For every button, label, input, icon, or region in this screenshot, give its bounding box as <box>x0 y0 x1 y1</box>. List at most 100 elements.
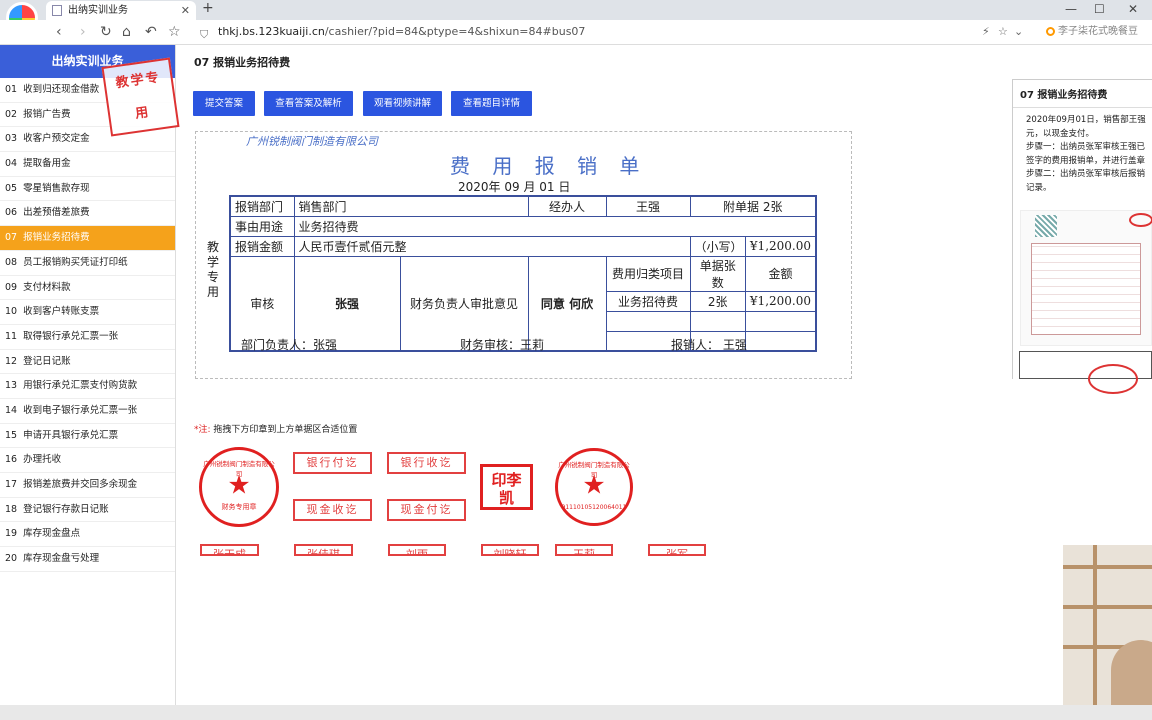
shelf <box>1063 605 1152 609</box>
panel-line: 步骤二：出纳员张军审核后报销 <box>1026 169 1146 179</box>
watch-video-button[interactable]: 观看视频讲解 <box>363 91 442 116</box>
sidebar-item-11[interactable]: 11 取得银行承兑汇票一张 <box>0 325 175 350</box>
sidebar-item-19[interactable]: 19 库存现金盘点 <box>0 522 175 548</box>
seal-number-text: 91110105120064011 <box>561 504 627 511</box>
back-icon[interactable]: ‹ <box>56 24 62 40</box>
sign-dept-head: 部门负责人：张强 <box>241 338 338 352</box>
sidebar-item-09[interactable]: 09 支付材料款 <box>0 276 175 301</box>
sidebar-item-05[interactable]: 05 零星销售款存现 <box>0 177 175 202</box>
cash-received-stamp[interactable]: 现金收讫 <box>293 499 372 521</box>
finance-seal-stamp[interactable]: 广州锐制阀门制造有限公司 ★ 财务专用章 <box>199 447 279 527</box>
panel-text: 2020年09月01日，销售部王强 元，以现金支付。 步骤一：出纳员张军审核王强已签… <box>1013 108 1152 195</box>
empty-cell <box>689 310 746 332</box>
shelf <box>1063 565 1152 569</box>
close-tab-icon[interactable]: ✕ <box>181 1 190 20</box>
small-label: （小写） <box>689 235 746 257</box>
star-icon: ★ <box>227 470 251 501</box>
sidebar-item-number: 06 <box>5 207 18 219</box>
row-amount: ¥1,200.00 <box>744 290 817 312</box>
sidebar-header: 出纳实训业务 教学专用 <box>0 45 180 137</box>
sidebar-item-16[interactable]: 16 办理托收 <box>0 448 175 473</box>
bookmark-icon[interactable]: ☆ <box>168 24 181 40</box>
sidebar-item-label: 支付材料款 <box>23 281 71 293</box>
address-bar: ‹ › ↻ ⌂ ↶ ☆ ⛉ thkj.bs.123kuaiji.cn/cashi… <box>0 20 1152 45</box>
sidebar-item-label: 登记日记账 <box>23 355 71 367</box>
sidebar-item-label: 登记银行存款日记账 <box>23 503 109 515</box>
sidebar-item-12[interactable]: 12 登记日记账 <box>0 350 175 375</box>
name-stamp[interactable]: 刘雨 <box>388 544 446 556</box>
receipt-thumbnail[interactable] <box>1019 351 1152 394</box>
page-title: 07 报销业务招待费 <box>194 56 291 69</box>
sidebar-item-07[interactable]: 07 报销业务招待费 <box>0 226 175 251</box>
sidebar-item-number: 17 <box>5 479 18 490</box>
search-input[interactable]: 李子柒花式晚餐豆 <box>1044 23 1148 41</box>
dept-label: 报销部门 <box>229 195 295 217</box>
handler-label: 经办人 <box>527 195 607 217</box>
company-seal-stamp[interactable]: 广州锐制阀门制造有限公司 ★ 91110105120064011 <box>555 448 633 526</box>
name-stamp[interactable]: 王莉 <box>555 544 613 556</box>
forward-icon[interactable]: › <box>80 24 86 40</box>
sidebar-item-number: 03 <box>5 133 18 145</box>
url-domain: thkj.bs.123kuaiji.cn <box>218 25 325 38</box>
submit-answer-button[interactable]: 提交答案 <box>193 91 255 116</box>
presenter-video[interactable] <box>1063 545 1152 705</box>
purpose-label: 事由用途 <box>229 215 295 237</box>
sidebar-list: 01 收到归还现金借款 02 报销广告费 03 收客户预交定金 04 提取备用金 05 零星销售款… <box>0 78 175 572</box>
name-stamp[interactable]: 刘晓轩 <box>481 544 539 556</box>
sign-finance-audit: 财务审核：王莉 <box>460 338 545 352</box>
bank-paid-stamp[interactable]: 银行付讫 <box>293 452 372 474</box>
sidebar-item-number: 18 <box>5 503 18 515</box>
new-tab-button[interactable]: + <box>202 0 214 16</box>
sign-reporter: 报销人： 王强 <box>671 338 747 352</box>
sidebar-item-14[interactable]: 14 收到电子银行承兑汇票一张 <box>0 399 175 424</box>
seal-bottom-text: 财务专用章 <box>221 503 257 511</box>
sidebar-item-10[interactable]: 10 收到客户转账支票 <box>0 300 175 325</box>
browser-tab[interactable]: 出纳实训业务 ✕ <box>46 1 196 20</box>
sidebar-item-20[interactable]: 20 库存现金盘亏处理 <box>0 547 175 572</box>
sidebar-item-15[interactable]: 15 申请开具银行承兑汇票 <box>0 424 175 449</box>
minimize-icon[interactable]: — <box>1065 2 1077 16</box>
sidebar-item-13[interactable]: 13 用银行承兑汇票支付购货款 <box>0 374 175 399</box>
invoice-thumbnail[interactable] <box>1020 210 1152 346</box>
maximize-icon[interactable]: ☐ <box>1094 2 1105 16</box>
page-icon <box>52 5 62 16</box>
row-item: 业务招待费 <box>605 290 691 312</box>
row-count: 2张 <box>689 290 746 312</box>
company-name: 广州锐制阀门制造有限公司 <box>246 135 378 148</box>
chevron-down-icon[interactable]: ⌄ <box>1014 25 1023 38</box>
sidebar-item-06[interactable]: 06 出差预借差旅费 <box>0 201 175 227</box>
panel-line: 签字的费用报销单，并进行盖章 <box>1026 155 1146 166</box>
bank-received-stamp[interactable]: 银行收讫 <box>387 452 466 474</box>
name-stamp[interactable]: 张军 <box>648 544 706 556</box>
panel-line: 记录。 <box>1026 182 1052 193</box>
name-stamp[interactable]: 张佳琪 <box>294 544 353 556</box>
panel-title: 07 报销业务招待费 <box>1013 80 1152 108</box>
personal-seal-stamp[interactable]: 印李凯 <box>480 464 533 510</box>
empty-cell <box>744 310 817 332</box>
sidebar-item-18[interactable]: 18 登记银行存款日记账 <box>0 498 175 523</box>
cash-paid-stamp[interactable]: 现金付讫 <box>387 499 466 521</box>
name-stamp[interactable]: 张天成 <box>200 544 259 556</box>
sidebar-item-number: 20 <box>5 553 18 565</box>
home-icon[interactable]: ⌂ <box>122 24 131 40</box>
sidebar-item-number: 07 <box>5 232 18 244</box>
attachments: 附单据 2张 <box>689 195 817 217</box>
sidebar-item-label: 报销广告费 <box>23 108 71 120</box>
view-answer-button[interactable]: 查看答案及解析 <box>264 91 353 116</box>
panel-line: 步骤一：出纳员张军审核王强已 <box>1026 142 1146 152</box>
close-window-icon[interactable]: ✕ <box>1128 2 1138 16</box>
sidebar-item-label: 库存现金盘点 <box>23 528 81 540</box>
undo-icon[interactable]: ↶ <box>145 24 157 40</box>
star-icon[interactable]: ☆ <box>998 25 1008 38</box>
url-field[interactable]: ⛉ thkj.bs.123kuaiji.cn/cashier/?pid=84&p… <box>196 22 1026 42</box>
sidebar-item-label: 收到电子银行承兑汇票一张 <box>23 404 138 416</box>
url-path: /cashier/?pid=84&ptype=4&shixun=84#bus07 <box>324 25 586 38</box>
lightning-icon[interactable]: ⚡ <box>982 25 990 38</box>
sidebar-item-17[interactable]: 17 报销差旅费并交回多余现金 <box>0 473 175 498</box>
reload-icon[interactable]: ↻ <box>100 24 112 40</box>
sidebar-item-04[interactable]: 04 提取备用金 <box>0 152 175 177</box>
browser-tab-bar: 出纳实训业务 ✕ + — ☐ ✕ <box>0 0 1152 20</box>
view-details-button[interactable]: 查看题目详情 <box>451 91 532 116</box>
sidebar-item-08[interactable]: 08 员工报销购买凭证打印纸 <box>0 251 175 276</box>
teaching-stamp: 教学专用 <box>101 57 180 137</box>
